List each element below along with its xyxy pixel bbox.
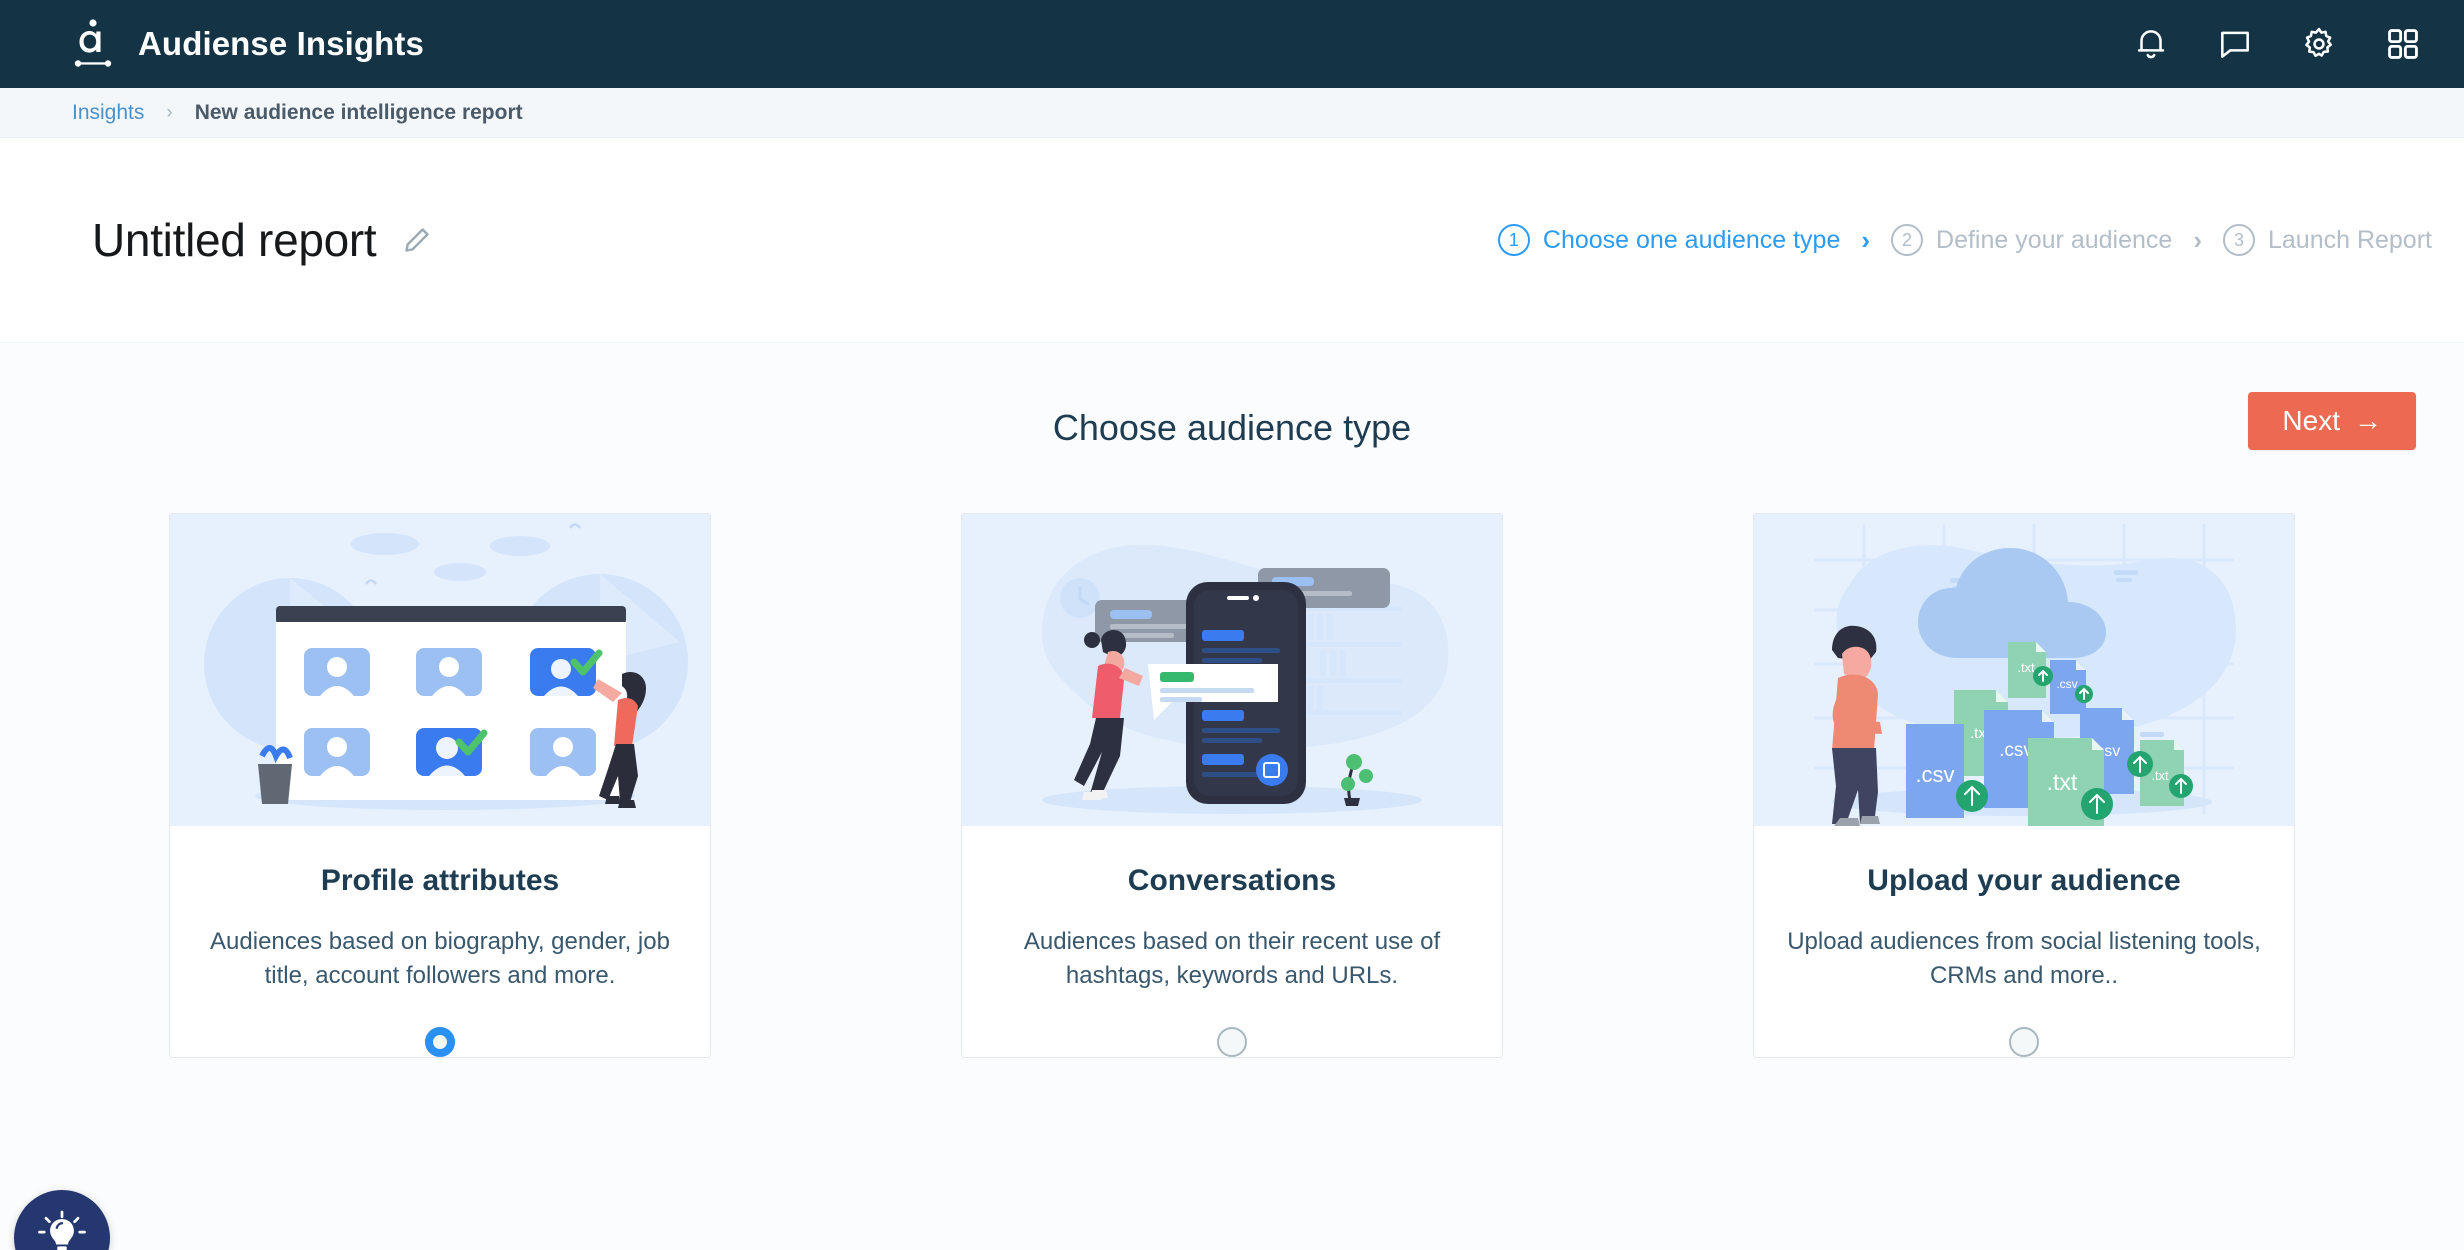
card-radio-row: [992, 993, 1472, 1057]
settings-gear-icon[interactable]: [2300, 25, 2338, 63]
wizard-step-2-number: 2: [1891, 224, 1923, 256]
messages-chat-icon[interactable]: [2216, 25, 2254, 63]
brand-logo-group[interactable]: Audiense Insights: [70, 18, 424, 70]
breadcrumb-item-insights[interactable]: Insights: [72, 101, 144, 125]
wizard-step-3-label: Launch Report: [2268, 226, 2432, 255]
wizard-step-1-number: 1: [1498, 224, 1530, 256]
audience-type-card-upload-your-audience[interactable]: .txt .csv .txt .csv: [1753, 513, 2295, 1058]
nav-icon-group: [2132, 25, 2422, 63]
pencil-edit-icon[interactable]: [402, 225, 432, 255]
wizard-step-3-number: 3: [2223, 224, 2255, 256]
main-header-row: Choose audience type Next →: [0, 343, 2464, 513]
section-heading: Choose audience type: [1053, 407, 1411, 449]
mobile-chat-conversations-illustration: [962, 514, 1502, 826]
card-description: Audiences based on biography, gender, jo…: [200, 925, 680, 993]
arrow-right-icon: →: [2354, 405, 2382, 437]
card-description: Upload audiences from social listening t…: [1784, 925, 2264, 993]
top-navigation-bar: Audiense Insights: [0, 0, 2464, 88]
breadcrumb-item-current: New audience intelligence report: [195, 101, 523, 125]
radio-upload-your-audience[interactable]: [2009, 1027, 2039, 1057]
wizard-step-1[interactable]: 1 Choose one audience type: [1498, 224, 1840, 256]
report-title-group: Untitled report: [92, 213, 432, 267]
card-body-profile-attributes: Profile attributes Audiences based on bi…: [170, 826, 710, 1057]
page-title: Untitled report: [92, 213, 376, 267]
card-body-conversations: Conversations Audiences based on their r…: [962, 826, 1502, 1057]
breadcrumb: Insights › New audience intelligence rep…: [0, 88, 2464, 138]
main-content: Choose audience type Next →: [0, 342, 2464, 1250]
breadcrumb-separator-icon: ›: [166, 103, 172, 122]
wizard-steps: 1 Choose one audience type › 2 Define yo…: [1498, 224, 2442, 256]
svg-text:.txt: .txt: [2017, 660, 2035, 675]
wizard-step-1-label: Choose one audience type: [1543, 226, 1840, 255]
svg-text:.csv: .csv: [2056, 677, 2077, 691]
card-title: Profile attributes: [200, 864, 680, 898]
audience-type-card-conversations[interactable]: Conversations Audiences based on their r…: [961, 513, 1503, 1058]
card-body-upload-your-audience: Upload your audience Upload audiences fr…: [1754, 826, 2294, 1057]
wizard-step-2-label: Define your audience: [1936, 226, 2172, 255]
report-title-band: Untitled report 1 Choose one audience ty…: [0, 138, 2464, 342]
audience-type-card-list: Profile attributes Audiences based on bi…: [0, 513, 2464, 1058]
wizard-step-3[interactable]: 3 Launch Report: [2223, 224, 2432, 256]
next-button-label: Next: [2282, 405, 2340, 437]
audience-type-card-profile-attributes[interactable]: Profile attributes Audiences based on bi…: [169, 513, 711, 1058]
wizard-step-2[interactable]: 2 Define your audience: [1891, 224, 2172, 256]
svg-text:.csv: .csv: [1915, 762, 1954, 787]
audiense-a-logo-icon: [70, 18, 116, 70]
next-button[interactable]: Next →: [2248, 392, 2416, 450]
lightbulb-idea-icon: [36, 1210, 88, 1250]
svg-text:.txt: .txt: [2151, 768, 2169, 783]
people-grid-selection-illustration: [170, 514, 710, 826]
card-description: Audiences based on their recent use of h…: [992, 925, 1472, 993]
card-title: Conversations: [992, 864, 1472, 898]
tips-floating-action-button[interactable]: [14, 1190, 110, 1250]
radio-profile-attributes[interactable]: [425, 1027, 455, 1057]
card-radio-row: [1784, 993, 2264, 1057]
cloud-file-upload-illustration: .txt .csv .txt .csv: [1754, 514, 2294, 826]
wizard-separator-1-icon: ›: [1861, 227, 1870, 253]
radio-conversations[interactable]: [1217, 1027, 1247, 1057]
card-title: Upload your audience: [1784, 864, 2264, 898]
notifications-bell-icon[interactable]: [2132, 25, 2170, 63]
brand-name-label: Audiense Insights: [138, 25, 424, 63]
card-radio-row: [200, 993, 680, 1057]
apps-grid-icon[interactable]: [2384, 25, 2422, 63]
svg-text:.txt: .txt: [2047, 769, 2078, 795]
wizard-separator-2-icon: ›: [2193, 227, 2202, 253]
